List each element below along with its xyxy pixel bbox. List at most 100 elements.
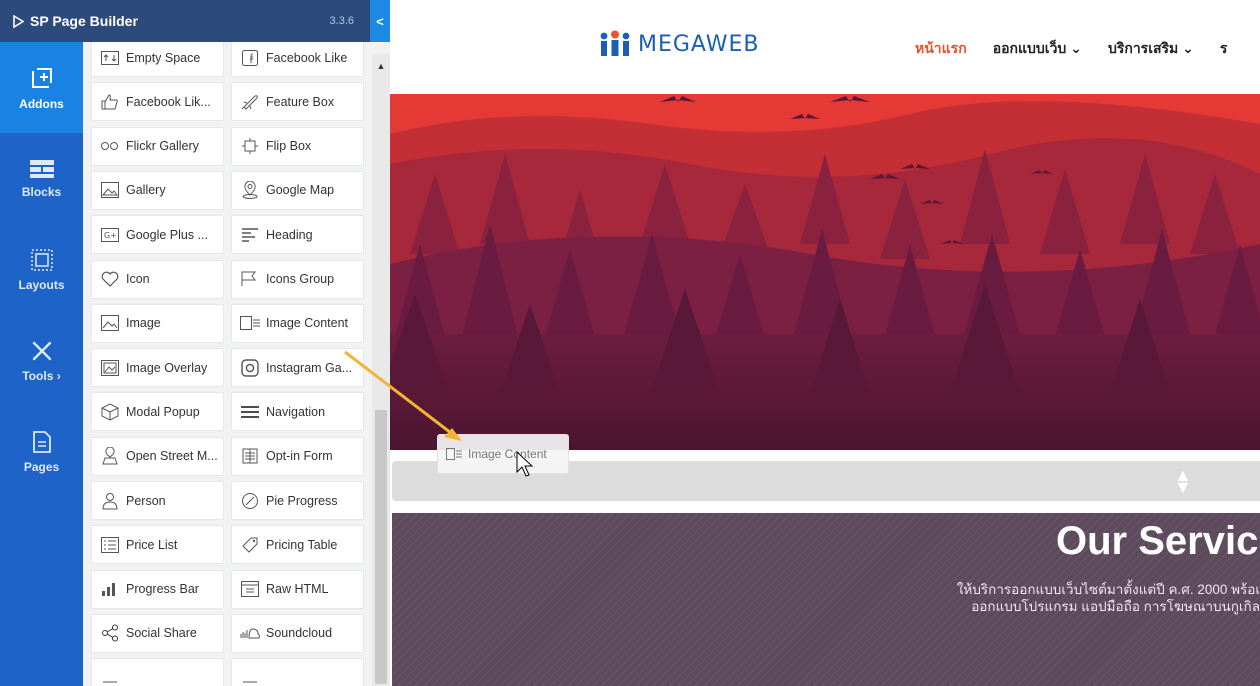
heart-icon bbox=[100, 270, 120, 288]
addon-card[interactable]: Image bbox=[91, 303, 224, 343]
addon-label: Image Overlay bbox=[126, 360, 208, 375]
svg-text:G+: G+ bbox=[104, 231, 117, 240]
addon-label: Modal Popup bbox=[126, 404, 200, 419]
image-overlay-icon bbox=[100, 359, 120, 377]
addon-label: Navigation bbox=[266, 404, 326, 419]
addons-panel: Empty Space Facebook Like Facebook Lik... F… bbox=[83, 42, 390, 686]
move-updown-icon[interactable]: ▲ ▼ bbox=[1174, 466, 1192, 496]
addon-card[interactable]: Opt-in Form bbox=[231, 436, 364, 476]
addon-card[interactable]: Facebook Lik... bbox=[91, 82, 224, 122]
menu-icon bbox=[240, 403, 260, 421]
nav-addons-label: Addons bbox=[19, 96, 64, 111]
addon-label: Progress Bar bbox=[126, 582, 199, 597]
scroll-thumb[interactable] bbox=[375, 410, 387, 684]
thumbs-up-icon bbox=[100, 93, 120, 111]
addon-label: Opt-in Form bbox=[266, 449, 333, 464]
addon-label: Flip Box bbox=[266, 139, 312, 154]
addon-card[interactable]: Feature Box bbox=[231, 82, 364, 122]
tools-icon bbox=[32, 341, 51, 360]
addon-card[interactable]: Flip Box bbox=[231, 126, 364, 166]
addon-card[interactable]: Person bbox=[91, 481, 224, 520]
opt-in-form-icon bbox=[240, 447, 260, 465]
blocks-icon bbox=[29, 159, 54, 178]
nav-blocks-label: Blocks bbox=[21, 184, 62, 199]
gallery-icon bbox=[100, 181, 120, 199]
partial-icon bbox=[240, 669, 260, 686]
addon-card[interactable]: Google Map bbox=[231, 170, 364, 210]
scroll-up-arrow-icon[interactable]: ▲ bbox=[372, 58, 390, 74]
collapse-panel-button[interactable]: < bbox=[370, 0, 390, 42]
services-description: ให้บริการออกแบบเว็บไซต์มาตั้งแต่ปี ค.ศ. … bbox=[957, 581, 1260, 615]
addon-card[interactable]: Progress Bar bbox=[91, 569, 224, 609]
dragging-addon-label: Image Content bbox=[468, 447, 547, 461]
addon-card[interactable] bbox=[91, 658, 224, 686]
addon-label: Icons Group bbox=[266, 272, 335, 286]
addon-card[interactable]: Price List bbox=[91, 525, 224, 565]
modal-popup-icon bbox=[100, 403, 120, 421]
addon-card[interactable]: Icons Group bbox=[231, 259, 364, 299]
nav-addons[interactable]: Addons bbox=[0, 42, 83, 133]
share-icon bbox=[100, 624, 120, 642]
services-section: Our Servic ให้บริการออกแบบเว็บไซต์มาตั้ง… bbox=[392, 513, 1260, 686]
addon-card[interactable]: Navigation bbox=[231, 392, 364, 432]
addons-scrollbar[interactable]: ▲ bbox=[372, 54, 390, 686]
hero-image bbox=[390, 94, 1260, 450]
price-list-icon bbox=[100, 536, 120, 554]
addon-label: Facebook Like bbox=[266, 50, 348, 65]
builder-left-nav: Addons Blocks Layouts Tools › Pages bbox=[0, 42, 83, 686]
nav-layouts[interactable]: Layouts bbox=[0, 224, 83, 315]
addon-card[interactable]: Flickr Gallery bbox=[91, 126, 224, 166]
addon-label: Pricing Table bbox=[266, 537, 338, 552]
site-nav-web-design[interactable]: ออกแบบเว็บ ⌄ bbox=[993, 38, 1082, 60]
addon-card[interactable]: Heading bbox=[231, 215, 364, 255]
addon-card[interactable]: Pricing Table bbox=[231, 525, 364, 565]
site-nav-more[interactable]: ร bbox=[1220, 38, 1228, 60]
progress-bar-icon bbox=[100, 580, 120, 598]
partial-icon bbox=[100, 669, 120, 686]
addon-label: Google Map bbox=[266, 183, 335, 198]
addon-card[interactable]: Pie Progress bbox=[231, 481, 364, 520]
empty-space-icon bbox=[100, 49, 120, 67]
nav-tools[interactable]: Tools › bbox=[0, 315, 83, 406]
addon-card[interactable]: Open Street M... bbox=[91, 436, 224, 476]
addon-label: Price List bbox=[126, 537, 178, 552]
nav-tools-label: Tools › bbox=[22, 368, 61, 383]
addon-card[interactable]: Image Content bbox=[231, 303, 364, 343]
person-icon bbox=[100, 492, 120, 510]
site-logo[interactable]: MEGAWEB bbox=[598, 30, 760, 58]
addon-card[interactable]: Image Overlay bbox=[91, 348, 224, 388]
flickr-icon bbox=[100, 137, 120, 155]
addon-label: Soundcloud bbox=[266, 626, 333, 641]
addon-card[interactable]: Instagram Ga... bbox=[231, 348, 364, 388]
addon-card[interactable]: Empty Space bbox=[91, 42, 224, 77]
addon-label: Icon bbox=[126, 272, 150, 286]
addon-card[interactable]: Raw HTML bbox=[231, 569, 364, 609]
dragging-addon-ghost[interactable]: Image Content bbox=[437, 434, 569, 474]
addon-card[interactable]: Gallery bbox=[91, 170, 224, 210]
addon-card[interactable]: G+ Google Plus ... bbox=[91, 215, 224, 255]
icons-group-icon bbox=[240, 270, 260, 288]
addon-label: Facebook Lik... bbox=[126, 94, 211, 109]
site-nav-services[interactable]: บริการเสริม ⌄ bbox=[1108, 38, 1194, 60]
instagram-icon bbox=[240, 358, 260, 377]
addon-card[interactable]: Modal Popup bbox=[91, 392, 224, 432]
addon-card[interactable]: Social Share bbox=[91, 613, 224, 653]
addon-label: Feature Box bbox=[266, 94, 335, 109]
addon-label: Flickr Gallery bbox=[126, 139, 199, 154]
nav-pages[interactable]: Pages bbox=[0, 406, 83, 497]
pricing-tag-icon bbox=[240, 536, 260, 554]
addon-card[interactable] bbox=[231, 658, 364, 686]
addon-card[interactable]: Soundcloud bbox=[231, 613, 364, 653]
addon-card[interactable]: Icon bbox=[91, 259, 224, 299]
image-content-icon bbox=[240, 314, 260, 332]
google-plus-icon: G+ bbox=[100, 226, 120, 244]
addon-card[interactable]: Facebook Like bbox=[231, 42, 364, 77]
addon-label: Person bbox=[126, 493, 166, 508]
facebook-icon bbox=[240, 49, 260, 67]
site-logo-text: MEGAWEB bbox=[638, 31, 760, 57]
site-nav: หน้าแรก ออกแบบเว็บ ⌄ บริการเสริม ⌄ ร bbox=[915, 38, 1227, 60]
nav-blocks[interactable]: Blocks bbox=[0, 133, 83, 224]
addon-label: Google Plus ... bbox=[126, 227, 208, 242]
site-nav-home[interactable]: หน้าแรก bbox=[915, 38, 967, 60]
builder-title-text: SP Page Builder bbox=[30, 13, 138, 29]
